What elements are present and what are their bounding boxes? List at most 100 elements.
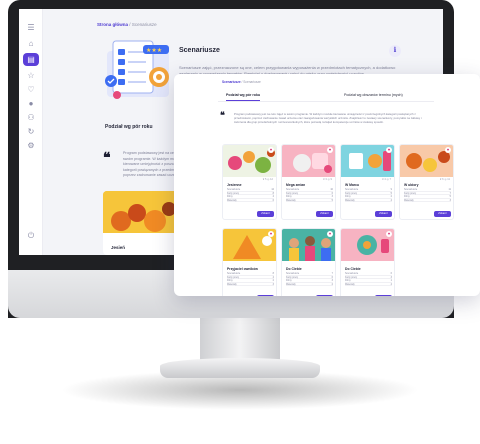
card-rows: Scenariusze 12 Karty pracy 8 Filmy 4 Materiały… [227, 188, 274, 203]
card-row: Materiały 3 [227, 283, 274, 287]
breadcrumb: Strona główna / Scenariusze [97, 22, 157, 27]
breadcrumb-separator: / [129, 22, 131, 27]
scenario-card[interactable]: ♥ ♥ 4 ◎ 7W Marcu Scenariusze 9 Karty pracy 5 F… [340, 144, 395, 220]
menu-icon[interactable]: ☰ [26, 23, 36, 33]
card-row-label: Filmy [286, 279, 292, 283]
svg-text:★★★: ★★★ [146, 47, 162, 54]
card-title: Do Ciebie [345, 267, 361, 271]
card-stats: ♥ 4 ◎ 7 [382, 178, 391, 181]
card-row-label: Materiały [345, 198, 355, 202]
scenario-card[interactable]: ♥ ♥ 6 ◎ 11 W ubiory Scenariusze 11 Karty prac… [399, 144, 454, 220]
quote-icon: ❝ [103, 149, 111, 165]
card-title: Do Ciebie [286, 267, 302, 271]
scenario-card[interactable]: ♥ Do Ciebie Scenariusze 7 Karty pracy 6 Filmy 3… [281, 228, 336, 296]
tab-areas[interactable]: Podział wg obszarów terminu (mych) [344, 90, 403, 101]
card-row-label: Scenariusze [286, 188, 300, 191]
card-stats: ♥ 3 ◎ 9 [323, 178, 332, 181]
card-row-label: Karty pracy [227, 275, 240, 279]
checklist-illustration: ★★★ [105, 40, 169, 99]
favorite-icon[interactable]: ♥ [386, 147, 392, 153]
card-row-label: Filmy [227, 279, 233, 283]
card-row-label: Materiały [227, 198, 237, 202]
card-open-button[interactable]: Zobacz [375, 295, 392, 296]
card-open-button[interactable]: Zobacz [316, 295, 333, 296]
card-row-value: 5 [331, 198, 333, 202]
card-rows: Scenariusze 8 Karty pracy 4 Filmy 2 Materiały 3 [227, 272, 274, 287]
monitor-base [160, 358, 320, 378]
card-stats: ♥ 5 ◎ 12 [262, 178, 273, 181]
card-title: Jesienne [227, 183, 242, 187]
card-title: W Marcu [345, 183, 360, 187]
favorite-icon[interactable]: ♥ [268, 231, 274, 237]
card-title: Mega zmian [286, 183, 306, 187]
scenario-card[interactable]: ♥ ♥ 3 ◎ 9 Mega zmian Scenariusze 10 Karty pra… [281, 144, 336, 220]
star-icon[interactable]: ☆ [26, 71, 36, 81]
card-row-label: Scenariusze [227, 272, 241, 275]
settings-icon[interactable]: ⚙ [26, 141, 36, 151]
card-open-button[interactable]: Zobacz [316, 211, 333, 217]
card-row-value: 4 [390, 282, 392, 286]
card-row-label: Karty pracy [345, 275, 358, 279]
card-title: W ubiory [404, 183, 419, 187]
card-row-label: Karty pracy [286, 191, 299, 195]
logout-icon[interactable]: ⏻ [26, 231, 36, 241]
card-row: Materiały 3 [404, 199, 451, 203]
refresh-icon[interactable]: ↻ [26, 127, 36, 137]
page-title: Scenariusze [179, 47, 220, 54]
card-title: Przyjaciel owników [227, 267, 258, 271]
card-row-label: Scenariusze [286, 272, 300, 275]
card-row: Materiały 4 [345, 283, 392, 287]
card-row-label: Scenariusze [345, 272, 359, 275]
card-rows: Scenariusze 11 Karty pracy 7 Filmy 5 Materiały… [404, 188, 451, 203]
favorite-icon[interactable]: ♥ [445, 147, 451, 153]
favorite-icon[interactable]: ♥ [327, 231, 333, 237]
card-row-label: Scenariusze [227, 188, 241, 191]
card-row-label: Materiały [345, 282, 355, 286]
card-row-label: Filmy [345, 195, 351, 199]
card-row: Materiały 5 [286, 199, 333, 203]
heart-icon[interactable]: ♡ [26, 85, 36, 95]
favorite-icon[interactable]: ♥ [268, 147, 274, 153]
scenario-icon[interactable]: ▤ [23, 53, 39, 66]
card-row-label: Karty pracy [345, 191, 358, 195]
card-row-label: Filmy [227, 195, 233, 199]
card-open-button[interactable]: Zobacz [257, 211, 274, 217]
sidebar: ☰ ⌂ ▤ ☆ ♡ ● ⚇ ↻ ⚙ ⏻ [19, 9, 43, 255]
favorite-icon[interactable]: ♥ [327, 147, 333, 153]
card-row-label: Scenariusze [345, 188, 359, 191]
tab-seasons[interactable]: Podział wg pór roku [226, 90, 261, 101]
card-title: Jesień [111, 245, 126, 250]
card-row: Materiały 4 [345, 199, 392, 203]
card-row-label: Materiały [404, 198, 414, 202]
card-row-label: Scenariusze [404, 188, 418, 191]
info-icon[interactable]: ℹ [389, 45, 401, 57]
panel-breadcrumb: Scenariusze / Scenariusze [222, 80, 261, 84]
scenario-card[interactable]: ♥ Przyjaciel owników Scenariusze 8 Karty pra… [222, 228, 277, 296]
card-row-value: 4 [390, 198, 392, 202]
scenario-card[interactable]: ♥ ♥ 5 ◎ 12 Jesienne Scenariusze 12 Karty prac… [222, 144, 277, 220]
scenario-card[interactable]: ♥ Do Ciebie Scenariusze 6 Karty pracy 3 Filmy 1… [340, 228, 395, 296]
breadcrumb-home[interactable]: Strona główna [97, 22, 128, 27]
card-row-value: 3 [272, 282, 274, 286]
card-row: Materiały 2 [286, 283, 333, 287]
card-rows: Scenariusze 7 Karty pracy 6 Filmy 3 Materiały 2 [286, 272, 333, 287]
favorite-icon[interactable]: ♥ [386, 231, 392, 237]
card-row-label: Filmy [286, 195, 292, 199]
group-icon[interactable]: ⚇ [26, 113, 36, 123]
tab-bar: Podział wg pór roku Podział wg obszarów … [218, 90, 434, 102]
card-open-button[interactable]: Zobacz [257, 295, 274, 296]
card-row-value: 6 [272, 198, 274, 202]
card-row-label: Materiały [286, 198, 296, 202]
user-icon[interactable]: ● [26, 99, 36, 109]
card-row-label: Filmy [404, 195, 410, 199]
monitor-neck [200, 318, 280, 362]
card-row-value: 2 [331, 282, 333, 286]
card-rows: Scenariusze 9 Karty pracy 5 Filmy 2 Materiały 4 [345, 188, 392, 203]
card-open-button[interactable]: Zobacz [434, 211, 451, 217]
card-stats: ♥ 6 ◎ 11 [439, 178, 450, 181]
home-icon[interactable]: ⌂ [26, 39, 36, 49]
panel-breadcrumb-home[interactable]: Scenariusze [222, 80, 241, 84]
card-row-label: Materiały [227, 282, 237, 286]
card-open-button[interactable]: Zobacz [375, 211, 392, 217]
card-rows: Scenariusze 10 Karty pracy 6 Filmy 3 Materiały… [286, 188, 333, 203]
